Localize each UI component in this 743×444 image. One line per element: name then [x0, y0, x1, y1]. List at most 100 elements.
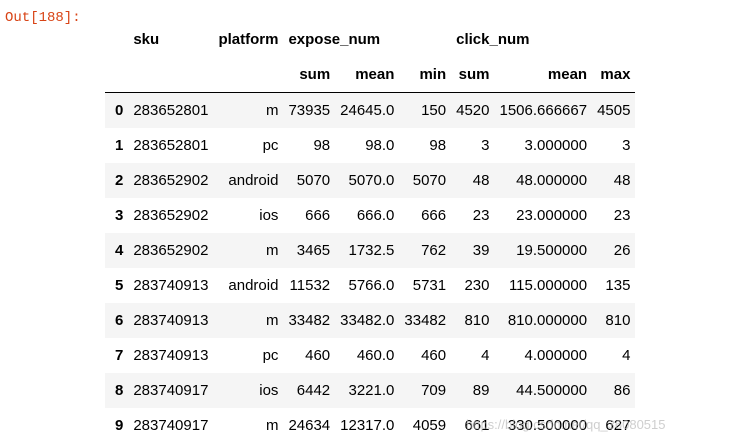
click-sum-cell: 4 [481, 347, 490, 364]
sku-cell: 283652801 [133, 137, 209, 154]
expose-sum-cell: 460 [305, 347, 331, 364]
click-mean-cell: 1506.666667 [499, 102, 588, 119]
expose-sum-cell: 33482 [288, 312, 331, 329]
click-mean-cell: 44.500000 [516, 382, 588, 399]
table-row: 6 283740913 m 33482 33482.0 33482 810 810.00000… [105, 303, 636, 338]
click-sum-cell: 810 [464, 312, 490, 329]
click-mean-cell: 115.000000 [508, 277, 588, 294]
output-prompt: Out[188]: [5, 10, 81, 26]
table-row: 5 283740913 android 11532 5766.0 5731 230 115.0… [105, 268, 635, 303]
sku-cell: 283652801 [133, 102, 209, 119]
subheader-expose-min: min [399, 57, 452, 93]
platform-cell: m [265, 417, 279, 434]
expose-sum-cell: 98 [313, 137, 331, 154]
subheader-click-sum: sum [451, 57, 495, 93]
row-index: 1 [115, 137, 124, 154]
row-index: 2 [115, 172, 124, 189]
expose-sum-cell: 5070 [296, 172, 331, 189]
platform-cell: pc [262, 347, 279, 364]
click-sum-cell: 48 [472, 172, 490, 189]
click-sum-cell: 23 [472, 207, 490, 224]
table-body: 0 283652801 m 73935 24645.0 150 4520 1506.66666… [105, 92, 636, 444]
row-index: 6 [115, 312, 124, 329]
click-max-cell: 23 [613, 207, 631, 224]
click-sum-cell: 39 [472, 242, 490, 259]
expose-min-cell: 762 [421, 242, 447, 259]
subheader-expose-sum: sum [283, 57, 336, 93]
expose-mean-cell: 24645.0 [340, 102, 395, 119]
table-row: 8 283740917 ios 6442 3221.0 709 89 44.500000 86 [105, 373, 636, 408]
platform-cell: ios [259, 207, 279, 224]
click-mean-cell: 23.000000 [516, 207, 588, 224]
platform-cell: m [265, 242, 279, 259]
click-sum-cell: 89 [472, 382, 490, 399]
table-row: 2 283652902 android 5070 5070.0 5070 48 48.0000… [105, 163, 636, 198]
expose-mean-cell: 5766.0 [348, 277, 395, 294]
sku-cell: 283740913 [133, 347, 209, 364]
sku-cell: 283740913 [133, 312, 209, 329]
expose-mean-cell: 460.0 [356, 347, 395, 364]
click-max-cell: 86 [613, 382, 631, 399]
table-row: 1 283652801 pc 98 98.0 98 3 3.000000 3 [105, 128, 635, 163]
subheader-expose-mean: mean [335, 57, 400, 93]
sku-cell: 283652902 [133, 172, 209, 189]
row-index: 9 [115, 417, 124, 434]
click-mean-cell: 19.500000 [516, 242, 588, 259]
expose-mean-cell: 12317.0 [340, 417, 395, 434]
click-mean-cell: 48.000000 [516, 172, 588, 189]
platform-cell: android [228, 172, 279, 189]
click-max-cell: 4 [622, 347, 631, 364]
expose-sum-cell: 73935 [288, 102, 331, 119]
row-index: 7 [115, 347, 124, 364]
table-row: 7 283740913 pc 460 460.0 460 4 4.000000 4 [105, 338, 635, 373]
expose-min-cell: 460 [421, 347, 447, 364]
click-sum-cell: 230 [464, 277, 490, 294]
click-max-cell: 26 [613, 242, 631, 259]
table-row: 3 283652902 ios 666 666.0 666 23 23.000000 23 [105, 198, 635, 233]
subheader-click-mean: mean [494, 57, 593, 93]
row-index: 5 [115, 277, 124, 294]
row-index: 3 [115, 207, 124, 224]
click-sum-cell: 3 [481, 137, 490, 154]
sku-cell: 283740917 [133, 382, 209, 399]
expose-mean-cell: 33482.0 [340, 312, 395, 329]
click-mean-cell: 3.000000 [524, 137, 588, 154]
expose-sum-cell: 6442 [296, 382, 331, 399]
click-max-cell: 4505 [597, 102, 631, 119]
click-max-cell: 810 [605, 312, 631, 329]
expose-mean-cell: 5070.0 [348, 172, 395, 189]
row-index: 8 [115, 382, 124, 399]
index-header [105, 22, 128, 57]
expose-sum-cell: 3465 [296, 242, 331, 259]
platform-cell: ios [259, 382, 279, 399]
expose-sum-cell: 24634 [288, 417, 331, 434]
expose-min-cell: 666 [421, 207, 447, 224]
platform-cell: m [265, 102, 279, 119]
platform-cell: m [265, 312, 279, 329]
platform-header-blank [213, 57, 284, 93]
col-header-expose-num: expose_num [288, 31, 381, 48]
expose-min-cell: 98 [429, 137, 447, 154]
expose-mean-cell: 1732.5 [348, 242, 395, 259]
col-header-sku: sku [133, 31, 160, 48]
click-mean-cell: 4.000000 [524, 347, 588, 364]
sku-cell: 283740917 [133, 417, 209, 434]
expose-min-cell: 5070 [412, 172, 447, 189]
index-header-blank [105, 57, 129, 93]
click-max-cell: 48 [613, 172, 631, 189]
expose-mean-cell: 3221.0 [348, 382, 395, 399]
platform-cell: android [228, 277, 279, 294]
header-row-level1: sum mean min sum mean max [105, 57, 636, 93]
click-sum-cell: 4520 [456, 102, 490, 119]
expose-sum-cell: 666 [305, 207, 331, 224]
sku-cell: 283740913 [133, 277, 209, 294]
expose-sum-cell: 11532 [289, 277, 331, 294]
row-index: 4 [115, 242, 124, 259]
watermark-text: https://blog.csdn.net/qq_36080515 [466, 417, 666, 432]
col-header-click-num: click_num [456, 31, 530, 48]
platform-cell: pc [262, 137, 279, 154]
click-max-cell: 135 [605, 277, 631, 294]
header-row-level0: sku platform expose_num click_num [105, 22, 635, 57]
expose-min-cell: 709 [421, 382, 447, 399]
expose-min-cell: 5731 [412, 277, 447, 294]
